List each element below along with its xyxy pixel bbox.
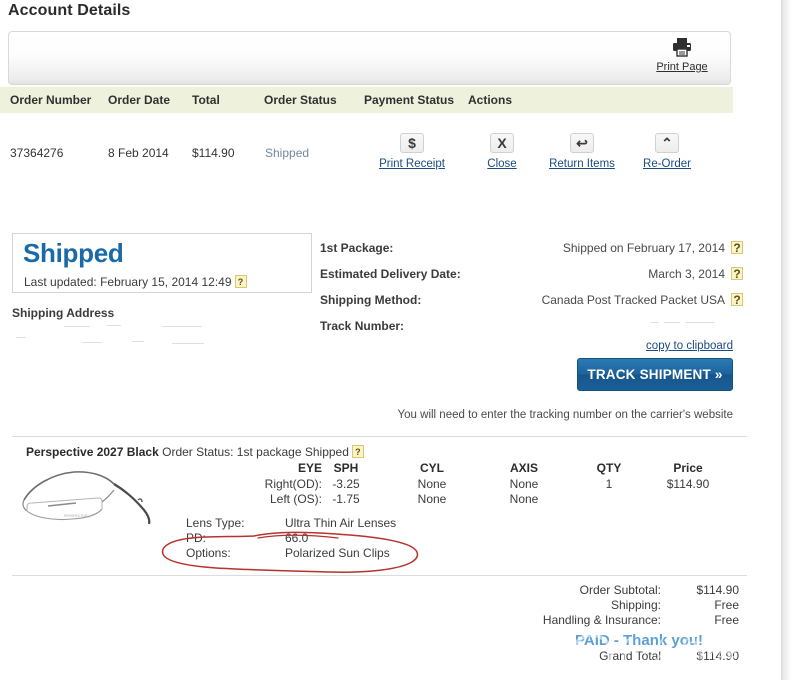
status-panel: Shipped Last updated: February 15, 2014 …: [12, 233, 312, 293]
status-badge: Shipped: [23, 238, 124, 268]
rx-row-left-sph: -1.75: [332, 492, 360, 506]
product-title-row: Perspective 2027 Black Order Status: 1st…: [26, 445, 364, 459]
cell-order-status: Shipped: [265, 146, 310, 160]
cell-order-date: 8 Feb 2014: [108, 146, 169, 160]
paid-thank-you-message: PAID - Thank you!: [574, 632, 704, 649]
help-question-icon-1st-package[interactable]: ?: [731, 241, 743, 254]
product-status-text: Order Status: 1st package Shipped: [162, 445, 349, 459]
total-value-shipping: Free: [714, 598, 739, 612]
detail-value-track-number-redacted: [651, 318, 725, 329]
print-receipt-label: Print Receipt: [379, 158, 445, 170]
detail-value-1st-package: Shipped on February 17, 2014: [562, 241, 725, 255]
column-header-order-number: Order Number: [10, 93, 92, 107]
rx-row-right-sph: -3.25: [332, 477, 360, 491]
copy-to-clipboard-link[interactable]: copy to clipboard: [646, 340, 733, 352]
option-label-pd: PD:: [186, 531, 207, 545]
column-header-payment-status: Payment Status: [364, 93, 455, 107]
shipping-address-value-redacted: [12, 322, 302, 352]
account-details-page: Account Details Print Page Order Number …: [0, 0, 781, 680]
column-header-total: Total: [192, 93, 220, 107]
dollar-icon: $: [400, 133, 424, 153]
column-header-order-date: Order Date: [108, 93, 171, 107]
column-header-actions: Actions: [468, 93, 513, 107]
option-label-lens-type: Lens Type:: [186, 516, 245, 530]
reorder-label: Re-Order: [643, 158, 691, 170]
last-updated-label: Last updated:: [24, 275, 97, 289]
rx-row-right-cyl: None: [417, 477, 447, 491]
close-action[interactable]: X Close: [463, 133, 541, 170]
toolbar-panel: Print Page: [8, 31, 731, 85]
total-value-grand-total: $114.90: [696, 649, 740, 663]
rx-row-right-eye-label: Right(OD):: [264, 477, 322, 491]
total-label-grand-total: Grand Total: [599, 649, 661, 663]
print-page-label: Print Page: [656, 61, 708, 73]
help-question-icon[interactable]: ?: [234, 275, 247, 288]
detail-label-estimated-delivery: Estimated Delivery Date:: [320, 267, 461, 281]
column-header-order-status: Order Status: [264, 93, 337, 107]
rx-row-left-cyl: None: [417, 492, 447, 506]
detail-value-estimated-delivery: March 3, 2014: [648, 267, 725, 281]
return-items-action[interactable]: ↩ Return Items: [543, 133, 621, 170]
total-value-handling: Free: [714, 613, 739, 627]
rx-header-price: Price: [673, 461, 703, 475]
track-shipment-button[interactable]: TRACK SHIPMENT »: [577, 358, 733, 391]
rx-row-right-axis: None: [509, 477, 539, 491]
option-value-options: Polarized Sun Clips: [285, 546, 390, 560]
help-question-icon-estimated-delivery[interactable]: ?: [731, 267, 743, 280]
carrier-note: You will need to enter the tracking numb…: [397, 409, 733, 421]
cell-total: $114.90: [192, 146, 235, 160]
rx-row-left-eye-label: Left (OS):: [269, 492, 322, 506]
total-label-subtotal: Order Subtotal:: [579, 583, 661, 597]
rx-header-cyl: CYL: [420, 461, 444, 475]
rx-row-left-axis: None: [509, 492, 539, 506]
detail-value-shipping-method: Canada Post Tracked Packet USA: [541, 293, 725, 307]
detail-label-1st-package: 1st Package:: [320, 241, 394, 255]
window-scrollbar-gutter[interactable]: [781, 0, 791, 680]
close-label: Close: [487, 158, 517, 170]
return-arrow-icon: ↩: [570, 133, 594, 153]
divider-bottom: [12, 575, 747, 576]
help-question-icon-shipping-method[interactable]: ?: [731, 293, 743, 306]
rx-row-right-qty: 1: [605, 477, 613, 491]
cell-order-number: 37364276: [10, 146, 64, 160]
last-updated-value: February 15, 2014 12:49: [100, 275, 232, 289]
eyeglasses-thumbnail[interactable]: PERSPECTIVE: [18, 466, 168, 530]
rx-header-axis: AXIS: [509, 461, 538, 475]
orders-table-header: Order Number Order Date Total Order Stat…: [0, 87, 733, 113]
return-items-label: Return Items: [549, 158, 615, 170]
table-row: 37364276 8 Feb 2014 $114.90 Shipped $ Pr…: [0, 113, 733, 181]
page-title: Account Details: [8, 2, 131, 19]
print-page-button[interactable]: Print Page: [643, 35, 721, 73]
total-value-subtotal: $114.90: [696, 583, 740, 597]
reorder-action[interactable]: ⌃ Re-Order: [628, 133, 706, 170]
reorder-caret-icon: ⌃: [655, 133, 679, 153]
rx-row-right-price: $114.90: [666, 477, 710, 491]
close-x-icon: X: [490, 133, 514, 153]
detail-label-track-number: Track Number:: [320, 319, 405, 333]
print-receipt-action[interactable]: $ Print Receipt: [373, 133, 451, 170]
option-value-pd: 66.0: [285, 531, 309, 545]
option-value-lens-type: Ultra Thin Air Lenses: [285, 516, 397, 530]
option-label-options: Options:: [186, 546, 231, 560]
product-name: Perspective 2027 Black: [26, 445, 159, 459]
rx-header-eye: EYE: [297, 461, 322, 475]
rx-header-qty: QTY: [596, 461, 622, 475]
last-updated: Last updated: February 15, 2014 12:49?: [24, 275, 247, 289]
help-question-icon-product[interactable]: ?: [351, 445, 364, 458]
total-label-handling: Handling & Insurance:: [542, 613, 661, 627]
printer-icon: [643, 37, 721, 60]
svg-text:PERSPECTIVE: PERSPECTIVE: [64, 514, 88, 518]
total-label-shipping: Shipping:: [610, 598, 661, 612]
divider-top: [12, 436, 747, 437]
shipping-address-label: Shipping Address: [12, 306, 115, 320]
rx-header-sph: SPH: [333, 461, 359, 475]
detail-label-shipping-method: Shipping Method:: [320, 293, 422, 307]
